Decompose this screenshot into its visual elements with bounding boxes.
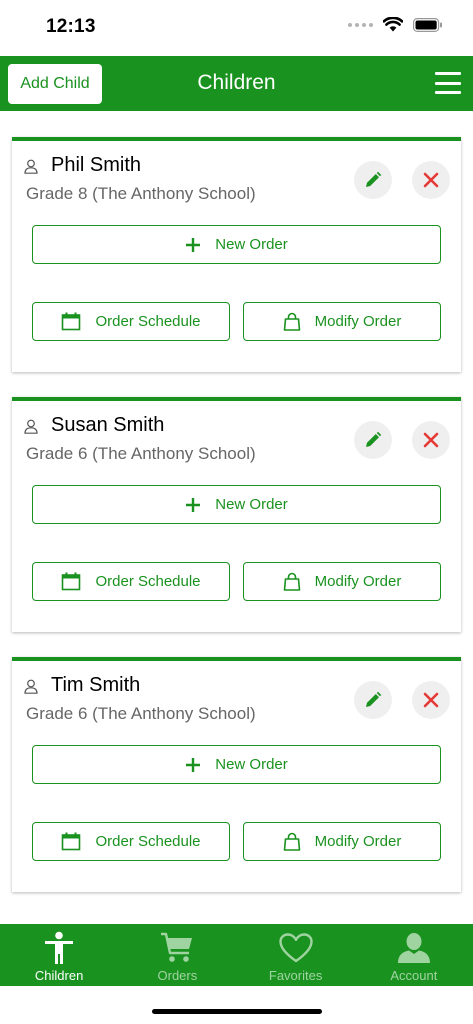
tab-orders[interactable]: Orders [118,924,236,986]
close-icon [423,172,439,188]
add-child-button[interactable]: Add Child [8,64,102,104]
delete-child-button[interactable] [412,161,450,199]
plus-icon [186,237,201,252]
shopping-bag-icon [283,312,300,331]
wifi-icon [383,17,403,32]
shopping-bag-icon [283,572,300,591]
order-schedule-button[interactable]: Order Schedule [32,562,230,601]
child-card: Tim Smith Grade 6 (The Anthony School) N… [12,657,461,892]
person-icon [24,679,38,694]
order-schedule-label: Order Schedule [95,833,201,850]
order-schedule-label: Order Schedule [95,573,201,590]
status-time: 12:13 [46,16,96,37]
heart-icon [278,931,313,965]
edit-child-button[interactable] [354,421,392,459]
tab-children[interactable]: Children [0,924,118,986]
status-icons [348,17,443,32]
pencil-icon [366,691,382,707]
cart-icon [160,931,194,965]
new-order-button[interactable]: New Order [32,745,441,784]
pencil-icon [366,171,382,187]
modify-order-button[interactable]: Modify Order [243,302,441,341]
child-grade: Grade 8 (The Anthony School) [26,184,256,203]
bottom-tab-bar: Children Orders Favorites Account [0,924,473,986]
calendar-icon [62,832,81,851]
edit-child-button[interactable] [354,161,392,199]
modify-order-label: Modify Order [314,833,402,850]
child-card: Phil Smith Grade 8 (The Anthony School) … [12,137,461,372]
child-name: Tim Smith [51,674,141,696]
delete-child-button[interactable] [412,421,450,459]
modify-order-label: Modify Order [314,573,402,590]
signal-icon [348,22,373,27]
child-icon [42,931,76,965]
delete-child-button[interactable] [412,681,450,719]
modify-order-label: Modify Order [314,313,402,330]
status-bar: 12:13 [0,0,473,56]
new-order-button[interactable]: New Order [32,225,441,264]
tab-account[interactable]: Account [355,924,473,986]
person-icon [24,159,38,174]
pencil-icon [366,431,382,447]
app-header: Add Child Children [0,56,473,111]
battery-icon [413,17,442,32]
new-order-label: New Order [215,756,288,773]
modify-order-button[interactable]: Modify Order [243,822,441,861]
close-icon [423,432,439,448]
plus-icon [186,757,201,772]
calendar-icon [62,572,81,591]
modify-order-button[interactable]: Modify Order [243,562,441,601]
person-icon [24,419,38,434]
order-schedule-button[interactable]: Order Schedule [32,302,230,341]
new-order-button[interactable]: New Order [32,485,441,524]
home-indicator[interactable] [152,1009,322,1014]
child-card: Susan Smith Grade 6 (The Anthony School)… [12,397,461,632]
tab-label: Children [34,968,84,983]
child-grade: Grade 6 (The Anthony School) [26,704,256,723]
hamburger-menu-icon[interactable] [433,70,463,96]
shopping-bag-icon [283,832,300,851]
tab-favorites[interactable]: Favorites [237,924,355,986]
tab-label: Orders [157,968,198,983]
order-schedule-label: Order Schedule [95,313,201,330]
child-grade: Grade 6 (The Anthony School) [26,444,256,463]
tab-label: Account [390,968,438,983]
new-order-label: New Order [215,496,288,513]
tab-label: Favorites [268,968,323,983]
account-icon [397,931,431,965]
plus-icon [186,497,201,512]
calendar-icon [62,312,81,331]
edit-child-button[interactable] [354,681,392,719]
new-order-label: New Order [215,236,288,253]
close-icon [423,692,439,708]
order-schedule-button[interactable]: Order Schedule [32,822,230,861]
child-name: Susan Smith [51,414,165,436]
child-name: Phil Smith [51,154,142,176]
